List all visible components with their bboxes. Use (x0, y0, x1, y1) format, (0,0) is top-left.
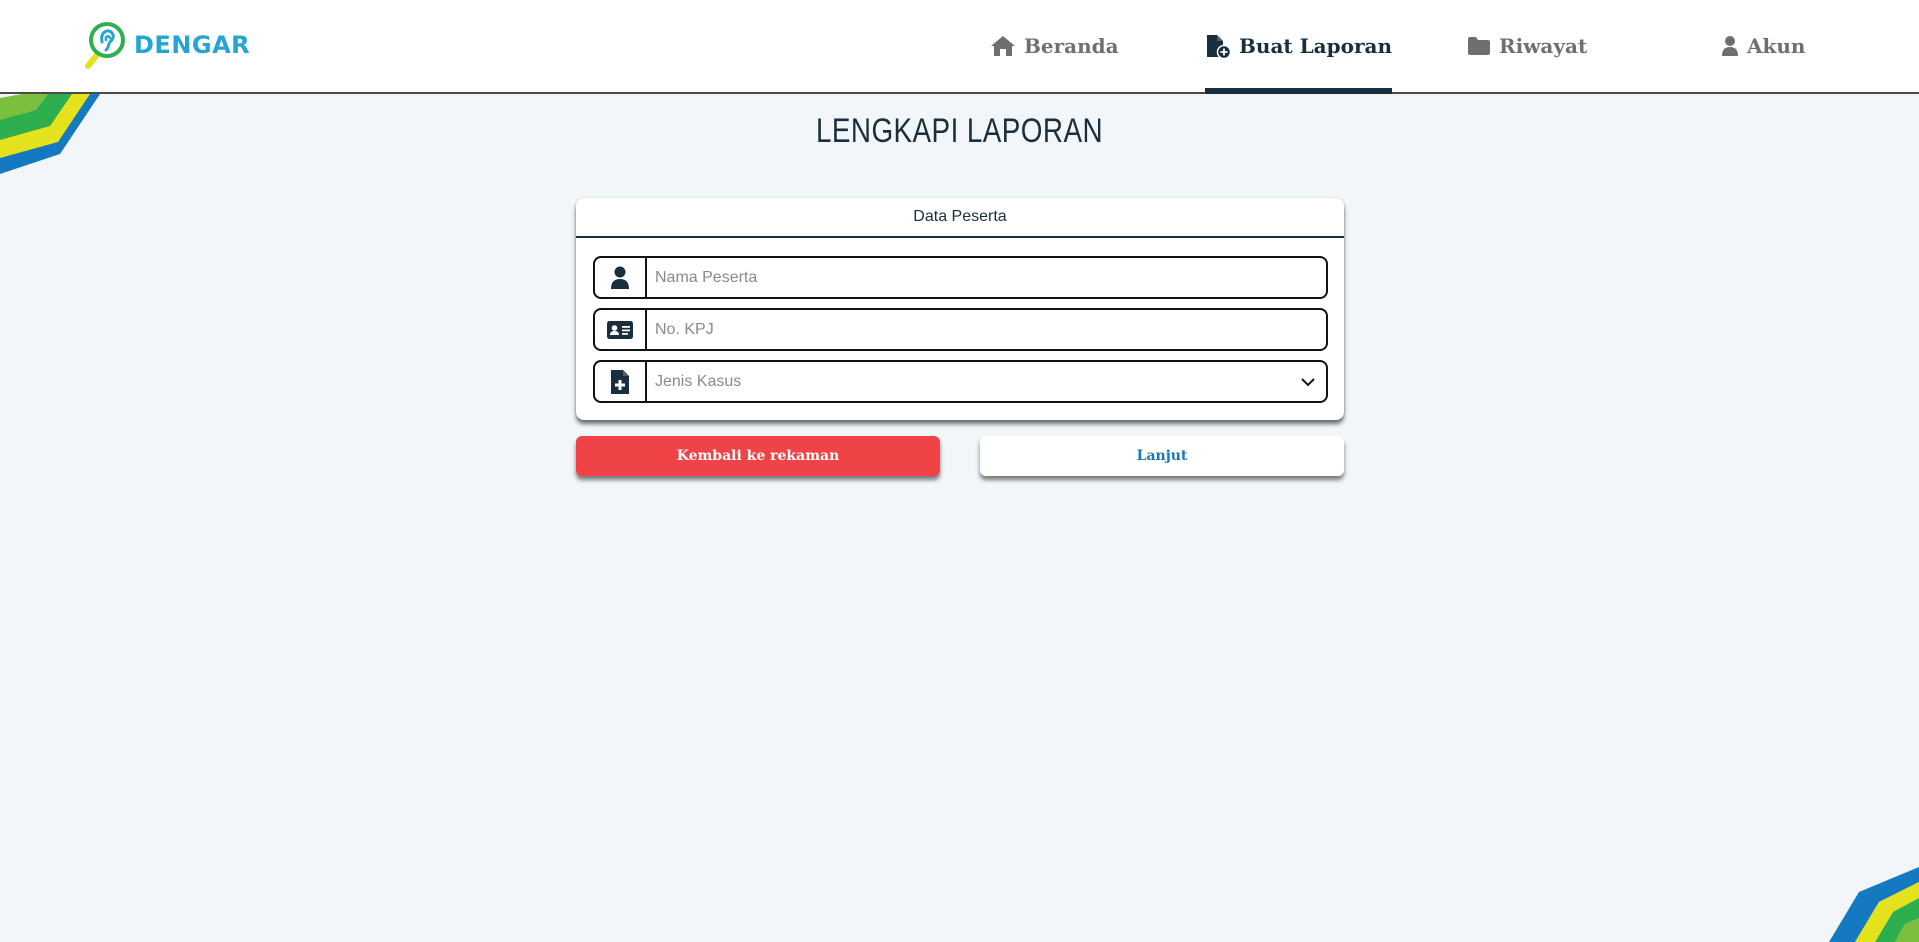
nav-label-akun: Akun (1747, 34, 1806, 58)
decorative-stripes-top-left (0, 94, 100, 174)
field-icon-box (595, 258, 647, 297)
top-navbar: DENGAR Beranda Buat Laporan Riwayat Akun (0, 0, 1919, 94)
user-icon (1722, 36, 1738, 56)
home-icon (991, 36, 1015, 56)
case-type-placeholder: Jenis Kasus (655, 372, 742, 390)
back-to-recording-button[interactable]: Kembali ke rekaman (576, 436, 940, 476)
field-icon-box (595, 362, 647, 401)
page-title: LENGKAPI LAPORAN (815, 112, 1103, 150)
name-input[interactable] (647, 258, 1326, 297)
next-button[interactable]: Lanjut (980, 436, 1344, 476)
id-card-icon (607, 320, 633, 339)
kpj-input[interactable] (647, 310, 1326, 349)
active-tab-indicator (1205, 88, 1392, 94)
participant-data-card: Data Peserta Nama Peserta No. KPJ Jenis … (576, 198, 1344, 420)
ear-magnifier-icon (85, 22, 125, 69)
app-name: DENGAR (134, 31, 251, 59)
field-icon-box (595, 310, 647, 349)
decorative-stripes-bottom-right (1829, 867, 1919, 942)
name-field (593, 256, 1328, 299)
nav-item-beranda[interactable]: Beranda (990, 0, 1119, 92)
folder-icon (1468, 37, 1490, 55)
nav-label-riwayat: Riwayat (1499, 34, 1588, 58)
user-icon (611, 266, 629, 289)
nav-label-beranda: Beranda (1024, 34, 1119, 58)
card-title: Data Peserta (576, 198, 1344, 238)
file-medical-icon (611, 369, 629, 394)
nav-item-akun[interactable]: Akun (1721, 0, 1805, 92)
app-logo[interactable]: DENGAR (82, 20, 250, 70)
file-add-icon (1207, 35, 1231, 59)
kpj-field (593, 308, 1328, 351)
nav-label-buat-laporan: Buat Laporan (1239, 34, 1392, 58)
case-type-select[interactable]: Jenis Kasus (593, 360, 1328, 403)
nav-item-buat-laporan[interactable]: Buat Laporan (1205, 0, 1392, 94)
chevron-down-icon[interactable] (1290, 362, 1326, 401)
nav-item-riwayat[interactable]: Riwayat (1467, 0, 1587, 92)
